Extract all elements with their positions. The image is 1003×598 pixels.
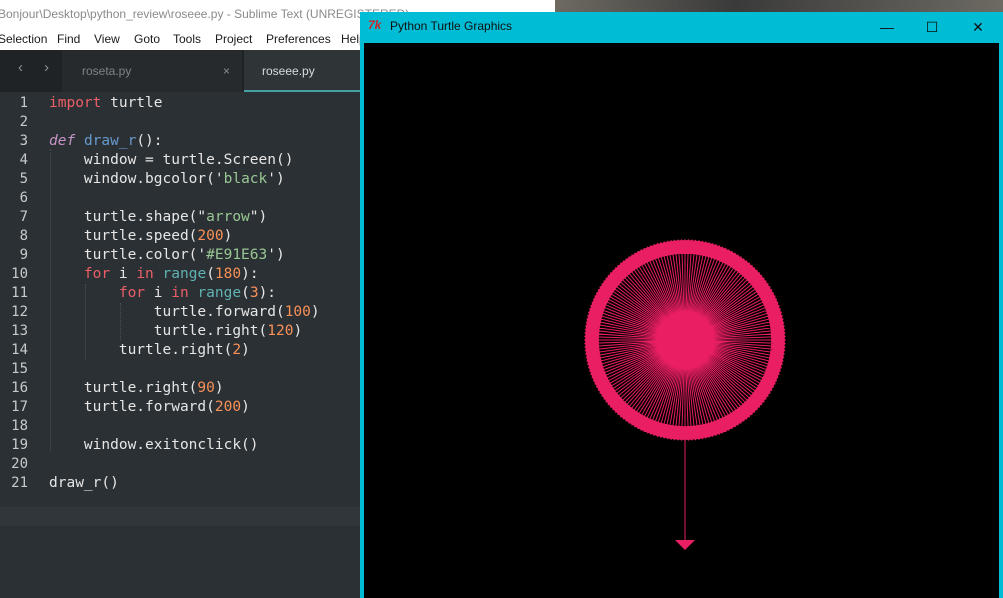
code-line: draw_r() [49,475,119,491]
tab-roseta[interactable]: roseta.py × [62,50,242,92]
line-number: 14 [11,342,28,358]
tab-label: roseta.py [82,64,132,78]
code-line: window = turtle.Screen() [49,152,294,168]
menu-view[interactable]: View [94,32,120,46]
line-number: 9 [19,247,28,263]
line-number: 13 [11,323,28,339]
code-line: turtle.right(2) [49,342,250,358]
line-number: 6 [19,190,28,206]
line-number: 21 [11,475,28,491]
maximize-icon[interactable]: ☐ [917,16,947,38]
code-line: window.exitonclick() [49,437,259,453]
code-line: turtle.forward(200) [49,399,250,415]
code-line: turtle.forward(100) [49,304,320,320]
tab-close-icon[interactable]: × [223,50,230,92]
line-number: 20 [11,456,28,472]
tab-label: roseee.py [262,64,315,78]
turtle-title-bar[interactable]: 7k Python Turtle Graphics — ☐ ✕ [360,12,1003,42]
turtle-arrow-icon [675,540,695,550]
line-number: 4 [19,152,28,168]
turtle-canvas[interactable] [364,43,999,598]
turtle-window-title: Python Turtle Graphics [390,19,513,33]
sublime-tab-bar: ‹ › roseta.py × roseee.py [0,50,362,92]
current-line-highlight [0,507,362,526]
code-editor[interactable]: 1 2 3 4 5 6 7 8 9 10 11 12 13 14 15 16 17 18 19 20 21 import… [0,92,362,598]
line-number-gutter: 1 2 3 4 5 6 7 8 9 10 11 12 13 14 15 16 17 18 19 20 21 [0,92,40,598]
menu-goto[interactable]: Goto [134,32,160,46]
line-number: 10 [11,266,28,282]
turtle-drawing [584,239,786,550]
line-number: 5 [19,171,28,187]
code-line: def draw_r(): [49,133,163,149]
code-line: turtle.speed(200) [49,228,233,244]
code-line: window.bgcolor('black') [49,171,285,187]
line-number: 19 [11,437,28,453]
line-number: 2 [19,114,28,130]
nav-forward-icon[interactable]: › [44,59,49,76]
menu-project[interactable]: Project [215,32,252,46]
line-number: 16 [11,380,28,396]
line-number: 3 [19,133,28,149]
code-line: turtle.color('#E91E63') [49,247,285,263]
code-line: turtle.right(90) [49,380,224,396]
sublime-window-title: Bonjour\Desktop\python_review\roseee.py … [0,7,410,21]
code-line: import turtle [49,95,163,111]
line-number: 11 [11,285,28,301]
line-number: 8 [19,228,28,244]
code-line: turtle.right(120) [49,323,303,339]
menu-tools[interactable]: Tools [173,32,201,46]
tkinter-icon: 7k [368,18,382,32]
menu-selection[interactable]: Selection [0,32,47,46]
line-number: 17 [11,399,28,415]
turtle-window[interactable]: 7k Python Turtle Graphics — ☐ ✕ [360,12,1003,598]
close-icon[interactable]: ✕ [963,16,993,38]
line-number: 1 [19,95,28,111]
code-line: for i in range(180): [83,266,259,282]
line-number: 12 [11,304,28,320]
menu-find[interactable]: Find [57,32,80,46]
code-line: for i in range(3): [118,285,277,301]
minimize-icon[interactable]: — [872,16,902,38]
line-number: 7 [19,209,28,225]
line-number: 18 [11,418,28,434]
code-line: turtle.shape("arrow") [49,209,268,225]
nav-back-icon[interactable]: ‹ [18,59,23,76]
line-number: 15 [11,361,28,377]
tab-roseee[interactable]: roseee.py [244,50,362,92]
menu-preferences[interactable]: Preferences [266,32,331,46]
